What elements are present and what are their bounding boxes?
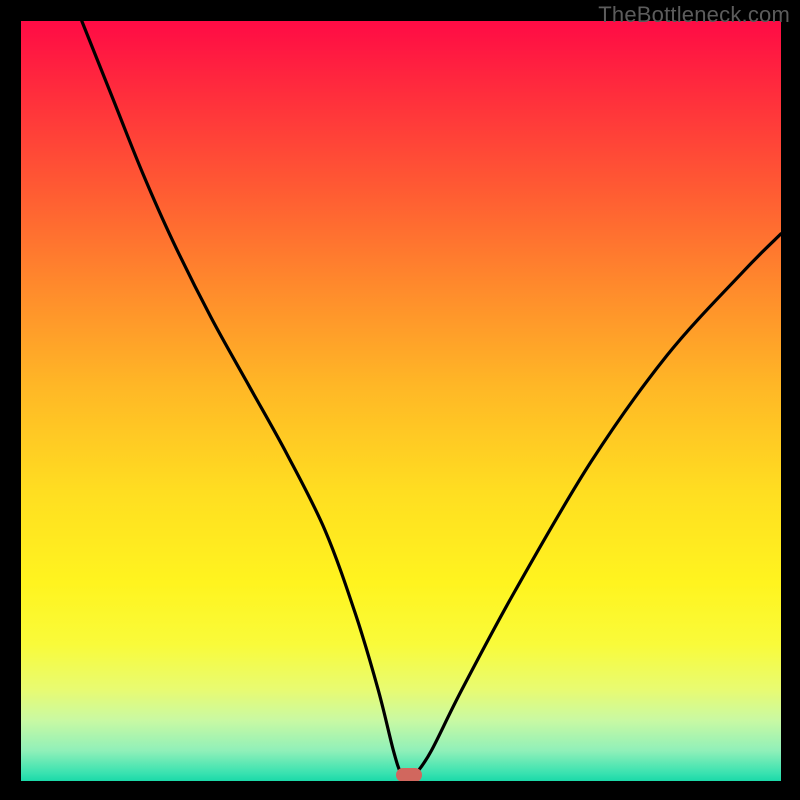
watermark-text: TheBottleneck.com — [598, 2, 790, 28]
chart-frame: TheBottleneck.com — [0, 0, 800, 800]
bottleneck-curve — [21, 21, 781, 781]
plot-area — [21, 21, 781, 781]
valley-marker — [396, 768, 422, 781]
